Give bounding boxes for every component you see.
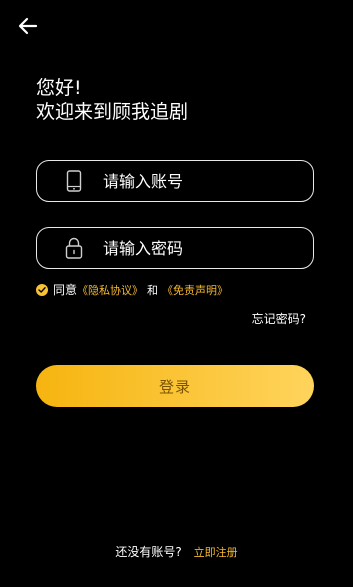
lock-icon [63, 237, 85, 259]
register-question: 还没有账号? [115, 545, 182, 559]
disclaimer-link[interactable]: 《免责声明》 [162, 282, 228, 298]
register-row: 还没有账号? 立即注册 [0, 543, 353, 560]
password-input[interactable] [101, 237, 295, 259]
arrow-left-icon [18, 17, 38, 35]
password-field[interactable] [36, 227, 314, 269]
register-link[interactable]: 立即注册 [194, 546, 238, 559]
greeting: 您好! 欢迎来到顾我追剧 [36, 76, 188, 124]
privacy-policy-link[interactable]: 《隐私协议》 [77, 282, 143, 298]
greeting-line-welcome: 欢迎来到顾我追剧 [36, 101, 189, 123]
check-icon [38, 286, 46, 293]
agree-checkbox[interactable] [36, 283, 48, 296]
login-button[interactable]: 登录 [36, 365, 314, 407]
back-button[interactable] [16, 14, 40, 38]
agree-label: 同意 [53, 283, 78, 297]
phone-icon [63, 170, 85, 192]
account-field[interactable] [36, 160, 314, 202]
agreement-row: 同意 《隐私协议》 和 《免责声明》 [36, 281, 228, 298]
account-input[interactable] [101, 170, 295, 192]
forgot-password-link[interactable]: 忘记密码? [252, 310, 306, 327]
greeting-line-hello: 您好! [36, 77, 82, 99]
agreement-conjunction: 和 [147, 283, 159, 297]
